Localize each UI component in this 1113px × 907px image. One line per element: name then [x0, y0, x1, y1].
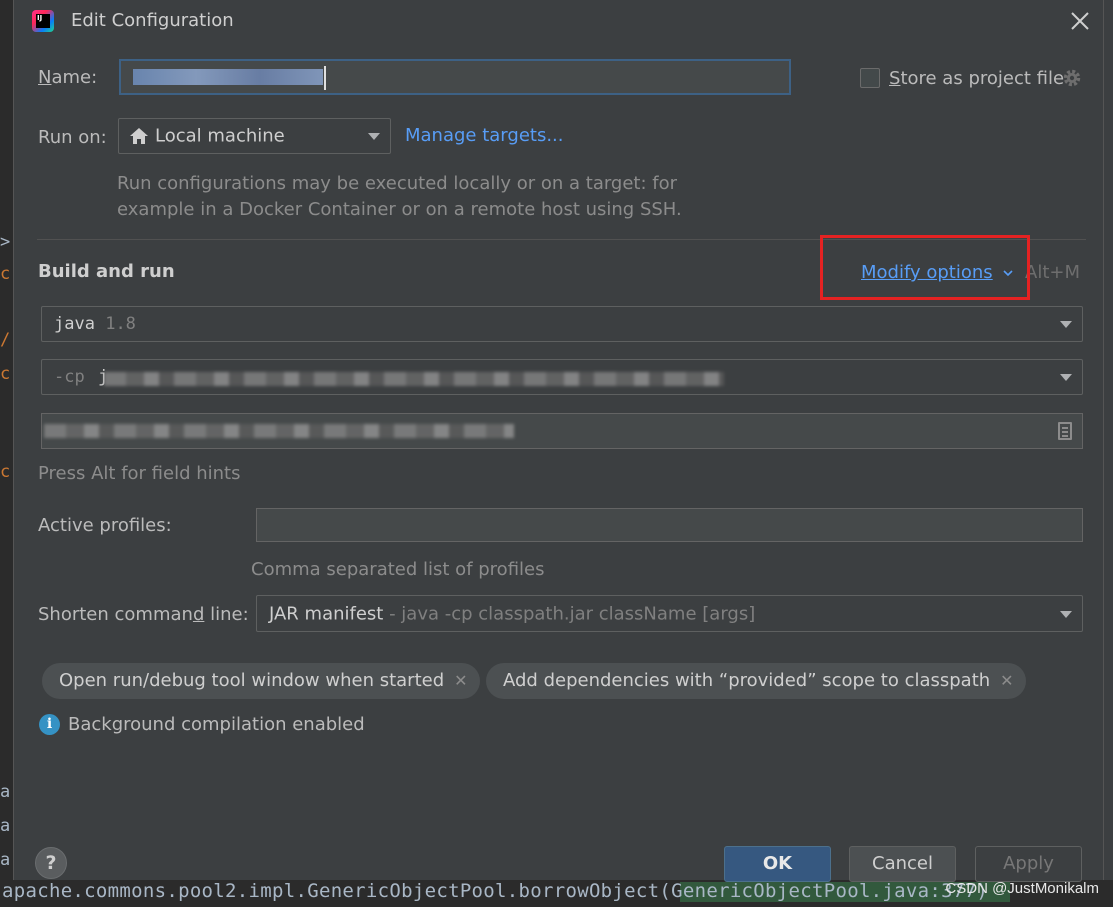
- edit-configuration-dialog: IJ Edit Configuration Name: Store as pro…: [13, 0, 1104, 882]
- shorten-command-line-label: Shorten command line:: [38, 604, 249, 625]
- text-caret: [324, 66, 326, 90]
- editor-glyph: c: [0, 462, 11, 482]
- modify-options-shortcut: Alt+M: [1025, 262, 1080, 283]
- store-as-project-checkbox[interactable]: [860, 68, 880, 88]
- editor-glyph: a: [0, 850, 11, 870]
- shorten-value-desc: - java -cp classpath.jar className [args…: [383, 603, 756, 624]
- shorten-value-main: JAR manifest: [269, 603, 384, 624]
- classpath-prefix: -cp: [54, 367, 85, 387]
- editor-glyph: /: [0, 330, 11, 350]
- name-redaction: [133, 69, 323, 85]
- cancel-button[interactable]: Cancel: [849, 846, 956, 882]
- close-icon[interactable]: [1069, 10, 1091, 32]
- run-on-hint-line1: Run configurations may be executed local…: [117, 173, 678, 194]
- active-profiles-hint: Comma separated list of profiles: [251, 559, 545, 580]
- console-text: apache.commons.pool2.impl.GenericObjectP…: [2, 880, 989, 902]
- option-chip-open-tool-window[interactable]: Open run/debug tool window when started ✕: [42, 663, 480, 699]
- name-input[interactable]: [119, 59, 791, 95]
- browse-document-icon[interactable]: [1058, 422, 1072, 440]
- jre-version: 1.8: [105, 314, 136, 334]
- chip-label: Add dependencies with “provided” scope t…: [503, 670, 991, 691]
- gear-icon[interactable]: [1061, 67, 1083, 89]
- editor-scrollbar: [1103, 0, 1113, 907]
- watermark: CSDN @JustMonikalm: [945, 880, 1099, 897]
- chevron-down-icon: [1060, 321, 1072, 328]
- shorten-command-line-dropdown[interactable]: JAR manifest - java -cp classpath.jar cl…: [256, 595, 1083, 632]
- chevron-down-icon: [1060, 610, 1072, 618]
- chip-label: Open run/debug tool window when started: [59, 670, 445, 691]
- store-as-project-label[interactable]: Store as project file: [889, 68, 1064, 89]
- run-on-dropdown[interactable]: Local machine: [118, 118, 391, 154]
- editor-glyph: c: [0, 364, 11, 384]
- editor-glyph: a: [0, 816, 11, 836]
- manage-targets-link[interactable]: Manage targets...: [405, 125, 564, 146]
- home-icon: [130, 128, 148, 144]
- run-on-hint-line2: example in a Docker Container or on a re…: [117, 199, 682, 220]
- active-profiles-input[interactable]: [256, 508, 1083, 542]
- active-profiles-label: Active profiles:: [38, 515, 172, 536]
- jre-name: java: [54, 314, 95, 334]
- dialog-title: Edit Configuration: [71, 10, 234, 31]
- ok-button[interactable]: OK: [724, 846, 831, 882]
- jre-value: java 1.8: [54, 314, 136, 334]
- run-on-label: Run on:: [38, 127, 107, 148]
- info-icon: i: [39, 714, 60, 735]
- chevron-down-icon: [1060, 374, 1072, 381]
- main-class-redaction: [44, 424, 514, 438]
- build-and-run-title: Build and run: [38, 261, 175, 282]
- classpath-redaction: [104, 372, 724, 386]
- chevron-down-icon: [368, 133, 380, 140]
- editor-glyph: a: [0, 782, 11, 802]
- field-hint: Press Alt for field hints: [38, 463, 241, 484]
- remove-chip-icon[interactable]: ✕: [454, 663, 467, 699]
- run-on-value: Local machine: [155, 125, 285, 147]
- editor-glyph: c: [0, 264, 11, 284]
- shorten-value: JAR manifest - java -cp classpath.jar cl…: [269, 603, 755, 624]
- help-button[interactable]: ?: [35, 847, 67, 879]
- jre-dropdown[interactable]: java 1.8: [41, 306, 1083, 342]
- editor-gutter: > c / c c a a a: [0, 0, 14, 907]
- background-compilation-text: Background compilation enabled: [68, 714, 365, 735]
- highlight-annotation: [820, 235, 1030, 300]
- remove-chip-icon[interactable]: ✕: [1000, 663, 1013, 699]
- name-label: Name:: [38, 67, 98, 88]
- editor-glyph: >: [0, 232, 11, 252]
- apply-button[interactable]: Apply: [975, 846, 1082, 882]
- intellij-logo-icon: IJ: [32, 10, 54, 32]
- option-chip-provided-scope[interactable]: Add dependencies with “provided” scope t…: [486, 663, 1026, 699]
